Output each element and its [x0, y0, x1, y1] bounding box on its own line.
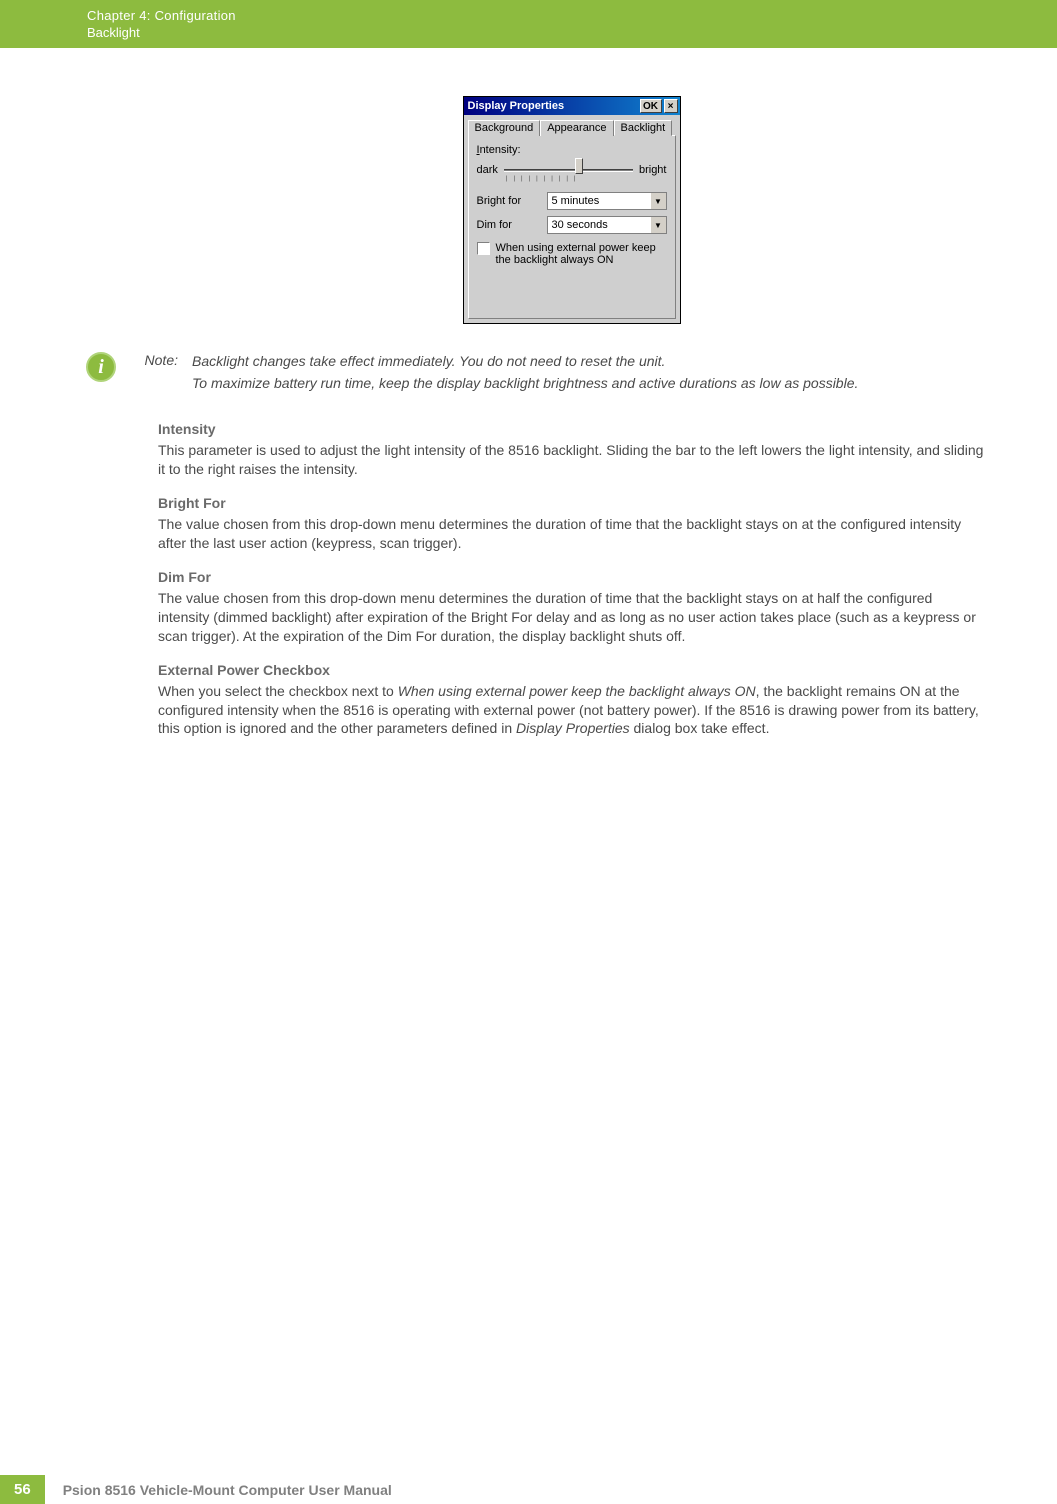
- close-button[interactable]: ×: [664, 99, 678, 113]
- note-label: Note:: [130, 352, 178, 395]
- ok-button[interactable]: OK: [640, 99, 662, 113]
- page-content: Display Properties OK × Background Appea…: [0, 48, 1057, 738]
- tab-appearance[interactable]: Appearance: [540, 120, 613, 136]
- header-section: Backlight: [87, 25, 1057, 40]
- page-number: 56: [0, 1475, 45, 1504]
- tab-backlight[interactable]: Backlight: [614, 120, 673, 136]
- dim-for-heading: Dim For: [158, 569, 985, 585]
- dialog-titlebar: Display Properties OK ×: [464, 97, 680, 115]
- bright-for-label: Bright for: [477, 195, 547, 207]
- dim-for-select[interactable]: 30 seconds ▼: [547, 216, 667, 234]
- intensity-label: Intensity:: [477, 144, 667, 156]
- screenshot-wrap: Display Properties OK × Background Appea…: [158, 96, 985, 324]
- intensity-paragraph: This parameter is used to adjust the lig…: [158, 441, 985, 479]
- dim-for-value: 30 seconds: [548, 219, 650, 231]
- dark-label: dark: [477, 164, 498, 176]
- chevron-down-icon: ▼: [650, 193, 666, 209]
- page-header: Chapter 4: Configuration Backlight: [0, 0, 1057, 48]
- bright-for-paragraph: The value chosen from this drop-down men…: [158, 515, 985, 553]
- note-line-2: To maximize battery run time, keep the d…: [192, 374, 858, 394]
- slider-thumb[interactable]: [575, 158, 583, 174]
- header-chapter: Chapter 4: Configuration: [87, 8, 1057, 23]
- bright-label: bright: [639, 164, 667, 176]
- note-line-1: Backlight changes take effect immediatel…: [192, 352, 858, 372]
- external-power-checkbox[interactable]: [477, 242, 490, 255]
- info-icon: i: [86, 352, 116, 382]
- tab-background[interactable]: Background: [468, 120, 541, 136]
- tab-panel: Intensity: dark |||||||||| bright Bright…: [468, 135, 676, 319]
- chevron-down-icon: ▼: [650, 217, 666, 233]
- dim-for-paragraph: The value chosen from this drop-down men…: [158, 589, 985, 646]
- intensity-slider[interactable]: ||||||||||: [504, 160, 633, 180]
- bright-for-heading: Bright For: [158, 495, 985, 511]
- bright-for-select[interactable]: 5 minutes ▼: [547, 192, 667, 210]
- display-properties-dialog: Display Properties OK × Background Appea…: [463, 96, 681, 324]
- dialog-title: Display Properties: [468, 100, 565, 112]
- dim-for-row: Dim for 30 seconds ▼: [477, 216, 667, 234]
- dialog-tabs: Background Appearance Backlight: [464, 115, 680, 135]
- note-block: i Note: Backlight changes take effect im…: [86, 352, 985, 395]
- external-paragraph: When you select the checkbox next to Whe…: [158, 682, 985, 739]
- external-power-label: When using external power keep the backl…: [496, 242, 667, 266]
- page-footer: 56 Psion 8516 Vehicle-Mount Computer Use…: [0, 1475, 392, 1504]
- note-text: Backlight changes take effect immediatel…: [192, 352, 858, 395]
- intensity-heading: Intensity: [158, 421, 985, 437]
- external-heading: External Power Checkbox: [158, 662, 985, 678]
- intensity-slider-row: dark |||||||||| bright: [477, 160, 667, 180]
- footer-title: Psion 8516 Vehicle-Mount Computer User M…: [45, 1482, 392, 1498]
- dim-for-label: Dim for: [477, 219, 547, 231]
- external-power-row: When using external power keep the backl…: [477, 242, 667, 266]
- bright-for-value: 5 minutes: [548, 195, 650, 207]
- bright-for-row: Bright for 5 minutes ▼: [477, 192, 667, 210]
